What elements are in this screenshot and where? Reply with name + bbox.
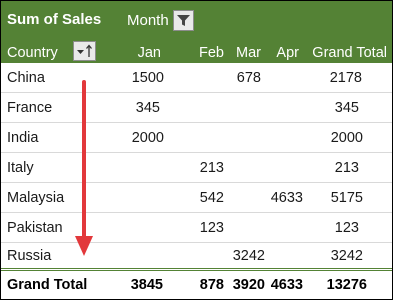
sort-direction-arrow (75, 80, 93, 256)
